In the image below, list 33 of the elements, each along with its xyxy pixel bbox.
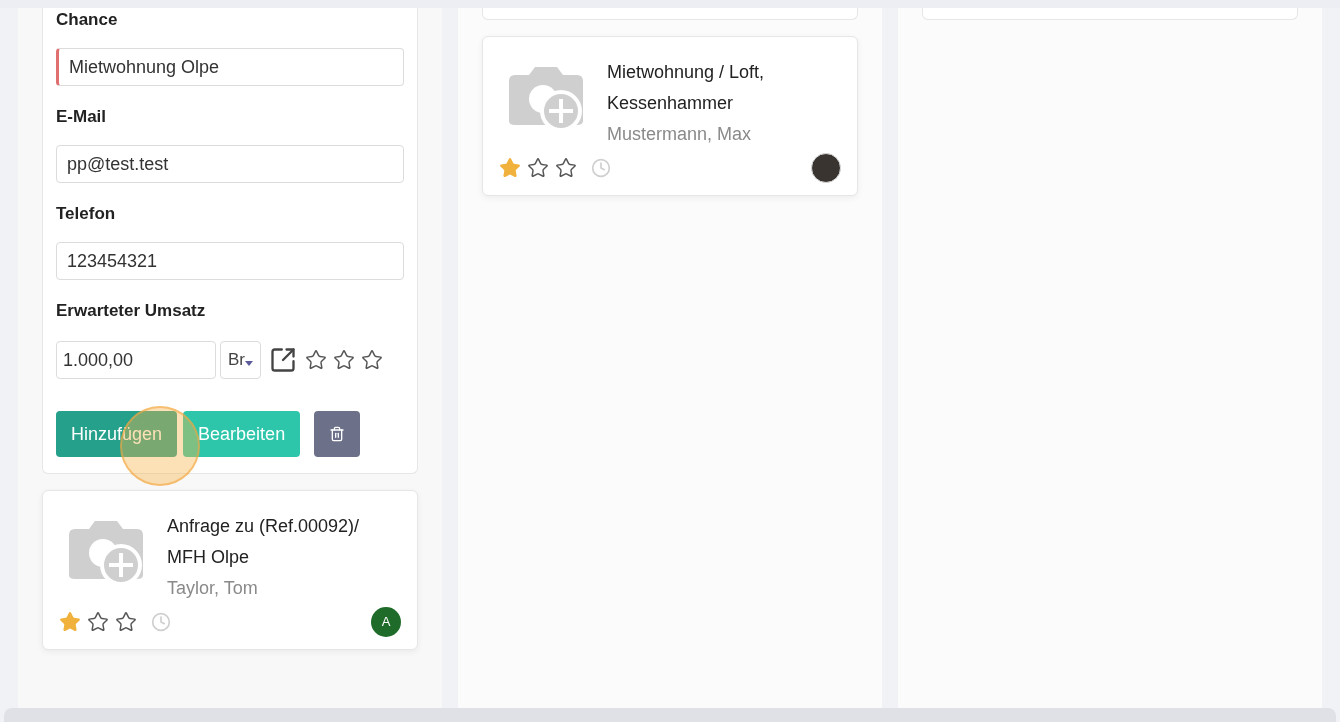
- star-rating[interactable]: [499, 157, 577, 179]
- empty-star-icon: [361, 349, 383, 371]
- empty-star-icon: [527, 157, 549, 179]
- filled-star-icon: [59, 611, 81, 633]
- delete-button[interactable]: [314, 411, 361, 457]
- star-rating[interactable]: [305, 349, 383, 371]
- star-rating[interactable]: [59, 611, 137, 633]
- contact-name: Taylor, Tom: [167, 577, 259, 600]
- contact-name: Mustermann, Max: [607, 123, 753, 146]
- currency-select[interactable]: Br: [220, 341, 261, 379]
- empty-star-icon: [87, 611, 109, 633]
- empty-star-icon: [555, 157, 577, 179]
- field-label: Erwarteter Umsatz: [56, 301, 207, 321]
- filled-star-icon: [499, 157, 521, 179]
- lead-card[interactable]: Anfrage zu (Ref.00092)/ MFH Olpe Taylor, Tom A: [42, 490, 418, 650]
- amount-input[interactable]: 1.000,00: [56, 341, 216, 379]
- field-label: Chance: [56, 10, 119, 30]
- lead-card[interactable]: Mietwohnung / Loft, Kessenhammer Mustermann, Max: [482, 36, 858, 196]
- external-link-icon[interactable]: [269, 346, 297, 374]
- input-field[interactable]: 123454321: [56, 242, 404, 280]
- input-field[interactable]: Mietwohnung Olpe: [56, 48, 404, 86]
- lead-title: Mietwohnung / Loft, Kessenhammer: [607, 61, 766, 115]
- avatar: A: [371, 607, 401, 637]
- field-label: Telefon: [56, 204, 117, 224]
- trash-icon: [329, 426, 346, 442]
- lead-title: Anfrage zu (Ref.00092)/ MFH Olpe: [167, 515, 361, 569]
- input-field[interactable]: pp@test.test: [56, 145, 404, 183]
- empty-star-icon: [115, 611, 137, 633]
- caret-icon: [245, 361, 253, 367]
- empty-star-icon: [333, 349, 355, 371]
- avatar: [811, 153, 841, 183]
- field-label: E-Mail: [56, 107, 108, 127]
- empty-star-icon: [305, 349, 327, 371]
